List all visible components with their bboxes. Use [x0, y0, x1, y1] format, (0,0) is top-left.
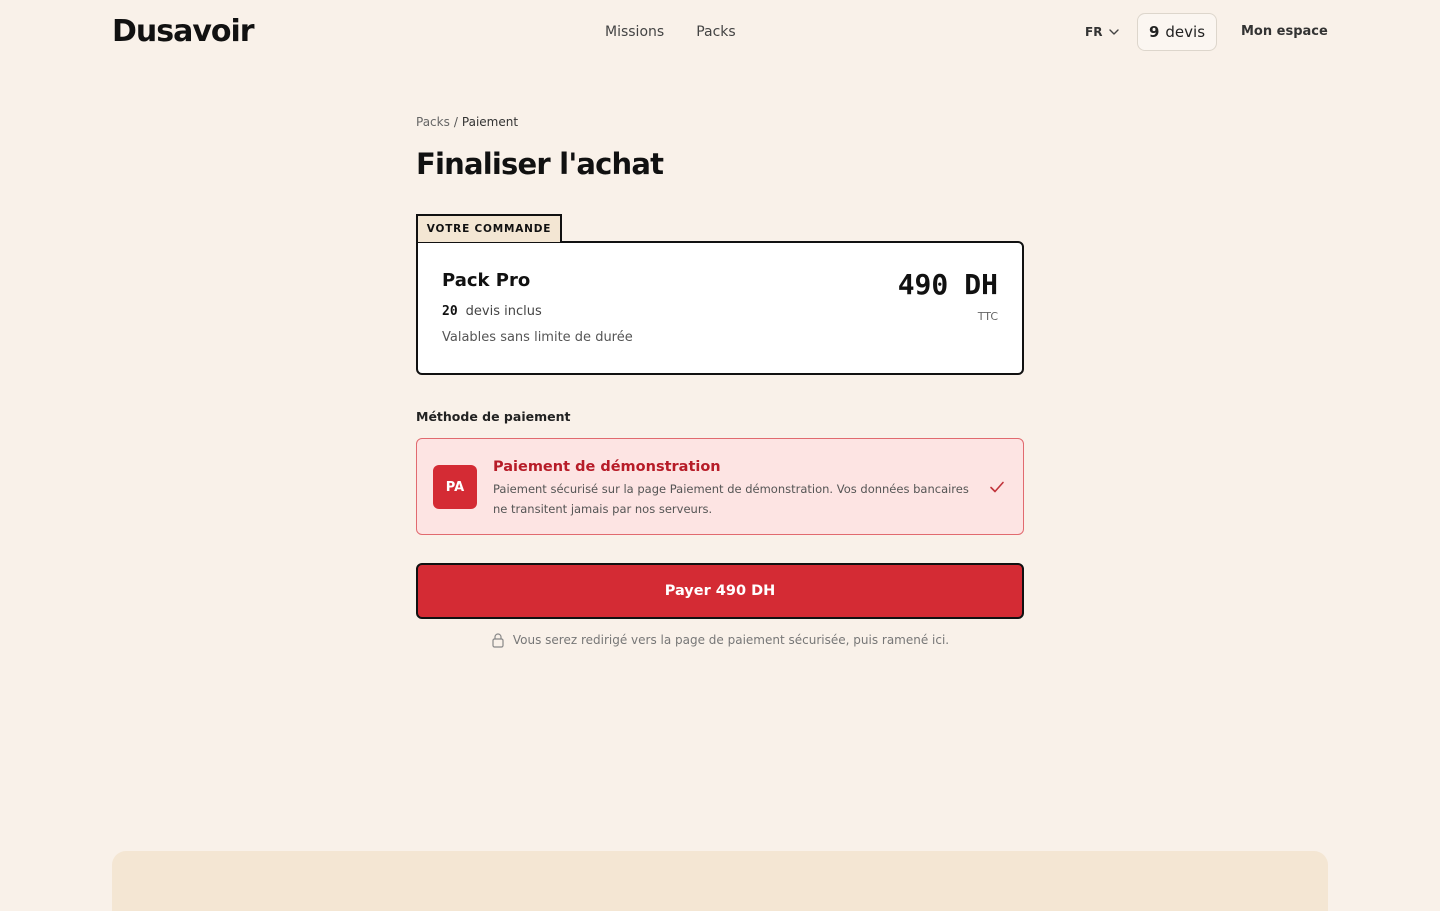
- pay-button[interactable]: Payer 490 DH: [416, 563, 1024, 619]
- breadcrumb: Packs / Paiement: [416, 112, 1024, 132]
- method-badge: PA: [433, 465, 477, 509]
- payment-method-label: Méthode de paiement: [416, 409, 571, 424]
- footer-section: [112, 851, 1328, 911]
- breadcrumb-packs[interactable]: Packs: [416, 112, 450, 132]
- price-tax: TTC: [977, 310, 998, 323]
- price-currency: DH: [964, 268, 998, 301]
- chevron-down-icon: [1109, 29, 1120, 35]
- site-header: Dusavoir Missions Packs FR 9 devis Mon e…: [0, 0, 1440, 64]
- method-title: Paiement de démonstration: [493, 459, 721, 475]
- payment-method-option[interactable]: PA Paiement de démonstration Paiement sé…: [416, 438, 1024, 535]
- pack-quota: 20 devis inclus: [442, 303, 542, 321]
- checkout-main: Packs / Paiement Finaliser l'achat VOTRE…: [416, 112, 1024, 648]
- pack-name: Pack Pro: [442, 270, 531, 291]
- secure-note: Vous serez redirigé vers la page de paie…: [416, 631, 1024, 649]
- credits-count: 9: [1148, 23, 1160, 41]
- language-selector[interactable]: FR: [1085, 23, 1120, 41]
- nav-packs[interactable]: Packs: [696, 22, 736, 42]
- price-amount: 490: [897, 268, 949, 301]
- language-code: FR: [1085, 25, 1103, 39]
- credits-balance[interactable]: 9 devis: [1137, 13, 1217, 51]
- nav-missions[interactable]: Missions: [605, 22, 664, 42]
- credits-unit: devis: [1165, 23, 1206, 41]
- check-icon: [990, 481, 1004, 493]
- order-summary-card: Pack Pro 20 devis inclus Valables sans l…: [416, 241, 1024, 375]
- main-nav: Missions Packs: [605, 22, 736, 42]
- secure-note-text: Vous serez redirigé vers la page de paie…: [512, 633, 950, 647]
- lock-icon: [492, 633, 504, 648]
- footer-heading-partial: [160, 889, 340, 903]
- pack-validity: Valables sans limite de durée: [442, 330, 633, 345]
- page-title: Finaliser l'achat: [416, 147, 664, 181]
- quota-count: 20: [442, 304, 458, 319]
- method-description: Paiement sécurisé sur la page Paiement d…: [493, 482, 969, 516]
- order-tab-label: VOTRE COMMANDE: [416, 214, 562, 242]
- quota-label: devis inclus: [465, 304, 542, 319]
- breadcrumb-separator: /: [453, 115, 458, 129]
- account-link[interactable]: Mon espace: [1241, 22, 1328, 42]
- logo[interactable]: Dusavoir: [112, 14, 255, 50]
- price: 490 DH: [898, 267, 998, 303]
- breadcrumb-current: Paiement: [461, 115, 519, 129]
